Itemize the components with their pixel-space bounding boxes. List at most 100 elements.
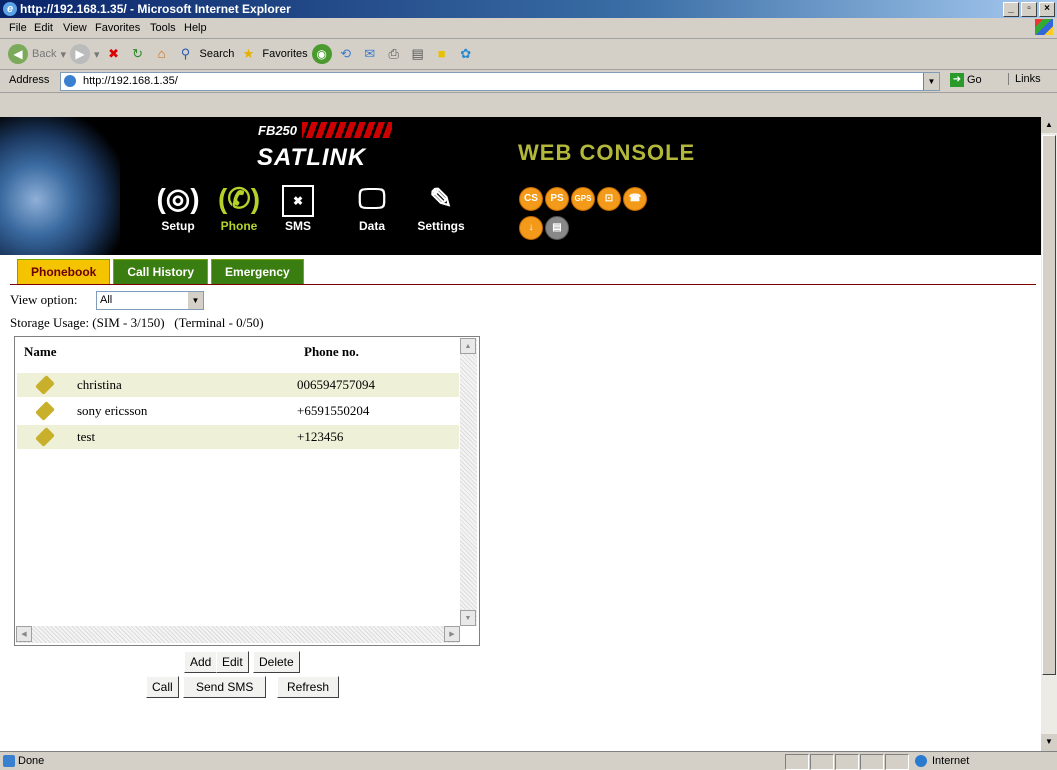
- tab-emergency[interactable]: Emergency: [211, 259, 304, 285]
- history-icon[interactable]: ⟲: [336, 44, 356, 64]
- refresh-icon[interactable]: ↻: [128, 44, 148, 64]
- gps-status-icon[interactable]: GPS: [571, 187, 595, 211]
- nav-setup[interactable]: (◎) Setup: [150, 179, 206, 233]
- tab-phonebook[interactable]: Phonebook: [17, 259, 111, 285]
- status-panes: [785, 754, 910, 770]
- address-url[interactable]: http://192.168.1.35/: [83, 75, 178, 87]
- nav-data[interactable]: 🖵 Data: [350, 179, 394, 233]
- computer-monitor-icon: 🖵: [358, 183, 386, 214]
- go-label: Go: [967, 74, 982, 86]
- cs-status-icon[interactable]: CS: [519, 187, 543, 211]
- phone-status-icon[interactable]: ☎: [623, 187, 647, 211]
- scroll-right-icon[interactable]: ▶: [444, 626, 460, 642]
- column-name-header[interactable]: Name: [16, 339, 296, 365]
- sim-card-icon: [35, 401, 55, 421]
- table-vertical-scrollbar[interactable]: ▲ ▼: [460, 338, 477, 626]
- favorites-star-icon[interactable]: ★: [238, 44, 258, 64]
- scroll-down-icon[interactable]: ▼: [460, 610, 476, 626]
- back-button-label[interactable]: Back: [32, 48, 56, 60]
- delete-button[interactable]: Delete: [253, 651, 300, 673]
- phone-tabs: Phonebook Call History Emergency: [17, 259, 304, 285]
- home-icon[interactable]: ⌂: [152, 44, 172, 64]
- nav-phone-label: Phone: [220, 219, 258, 233]
- nav-sms[interactable]: ✖ SMS: [276, 179, 320, 233]
- phonebook-table: Name Phone no. christina 006594757094 so…: [14, 336, 480, 646]
- forward-arrow-icon[interactable]: ▶: [70, 44, 90, 64]
- status-text: Done: [18, 755, 45, 767]
- page-scrollbar[interactable]: ▲ ▼: [1041, 117, 1057, 750]
- edit-button[interactable]: Edit: [216, 651, 249, 673]
- table-row[interactable]: sony ericsson +6591550204: [17, 399, 459, 423]
- internet-zone-icon: [915, 755, 927, 767]
- stop-icon[interactable]: ✖: [104, 44, 124, 64]
- back-arrow-icon[interactable]: ◀: [8, 44, 28, 64]
- menu-favorites[interactable]: Favorites: [95, 22, 140, 34]
- column-phone-header[interactable]: Phone no.: [296, 339, 460, 365]
- address-input[interactable]: http://192.168.1.35/ ▼: [60, 72, 940, 91]
- back-dropdown-icon[interactable]: ▾: [60, 48, 66, 61]
- view-option-value: All: [100, 294, 113, 306]
- tools-wrench-icon: ✎: [429, 183, 453, 214]
- send-sms-button[interactable]: Send SMS: [183, 676, 267, 698]
- sms-envelope-icon: ✖: [276, 179, 320, 219]
- download-status-icon[interactable]: ↓: [519, 216, 543, 240]
- search-button-label[interactable]: Search: [200, 48, 235, 60]
- table-row[interactable]: christina 006594757094: [17, 373, 459, 397]
- scroll-up-icon[interactable]: ▲: [460, 338, 476, 354]
- menu-edit[interactable]: Edit: [34, 22, 53, 34]
- scroll-up-icon[interactable]: ▲: [1041, 117, 1057, 133]
- page-done-icon: [3, 755, 15, 767]
- refresh-button[interactable]: Refresh: [277, 676, 340, 698]
- storage-terminal: (Terminal - 0/50): [174, 315, 264, 330]
- chevron-down-icon[interactable]: ▼: [188, 292, 203, 309]
- menu-help[interactable]: Help: [184, 22, 207, 34]
- search-icon[interactable]: ⚲: [176, 44, 196, 64]
- table-horizontal-scrollbar[interactable]: ◀ ▶: [16, 626, 460, 643]
- printer-status-icon[interactable]: ▤: [545, 216, 569, 240]
- nav-data-label: Data: [358, 219, 385, 233]
- edit-page-icon[interactable]: ▤: [408, 44, 428, 64]
- messenger-icon[interactable]: ✿: [456, 44, 476, 64]
- menu-tools[interactable]: Tools: [150, 22, 176, 34]
- page-scroll-thumb[interactable]: [1042, 135, 1056, 675]
- scroll-down-icon[interactable]: ▼: [1041, 734, 1057, 750]
- status-bar: Done Internet: [0, 751, 1057, 770]
- add-button[interactable]: Add: [184, 651, 218, 673]
- scroll-left-icon[interactable]: ◀: [16, 626, 32, 642]
- satellite-antenna-icon: (◎): [156, 183, 200, 214]
- nav-settings-label: Settings: [417, 219, 465, 233]
- window-title: http://192.168.1.35/ - Microsoft Interne…: [20, 2, 291, 16]
- address-dropdown-icon[interactable]: ▼: [923, 73, 939, 90]
- links-button[interactable]: Links: [1008, 73, 1041, 85]
- ie-logo-icon: e: [3, 2, 17, 16]
- view-option-select[interactable]: All ▼: [96, 291, 204, 310]
- forward-dropdown-icon[interactable]: ▾: [94, 48, 100, 61]
- discuss-icon[interactable]: ■: [432, 44, 452, 64]
- view-option-label: View option:: [10, 292, 78, 307]
- mail-icon[interactable]: ✉: [360, 44, 380, 64]
- table-row[interactable]: test +123456: [17, 425, 459, 449]
- ps-status-icon[interactable]: PS: [545, 187, 569, 211]
- go-arrow-icon: ➜: [950, 73, 964, 87]
- favorites-button-label[interactable]: Favorites: [262, 48, 307, 60]
- sim-card-icon: [35, 375, 55, 395]
- nav-setup-label: Setup: [161, 219, 195, 233]
- nav-settings[interactable]: ✎ Settings: [410, 179, 472, 233]
- minimize-button[interactable]: _: [1003, 2, 1019, 17]
- nav-phone[interactable]: (✆) Phone: [212, 179, 266, 233]
- media-icon[interactable]: ◉: [311, 44, 332, 64]
- call-button[interactable]: Call: [146, 676, 179, 698]
- close-button[interactable]: ×: [1039, 2, 1055, 17]
- contact-name: sony ericsson: [77, 403, 148, 418]
- network-status-icon[interactable]: ⊡: [597, 187, 621, 211]
- address-label: Address: [9, 74, 50, 86]
- print-icon[interactable]: ⎙: [384, 44, 404, 64]
- model-name: FB250: [258, 123, 298, 138]
- menu-file[interactable]: File: [9, 22, 27, 34]
- nav-sms-label: SMS: [284, 219, 311, 233]
- maximize-button[interactable]: ▫: [1021, 2, 1037, 17]
- go-button[interactable]: ➜ Go: [950, 73, 982, 87]
- tab-call-history[interactable]: Call History: [113, 259, 209, 285]
- contact-name: test: [77, 429, 96, 444]
- menu-view[interactable]: View: [63, 22, 87, 34]
